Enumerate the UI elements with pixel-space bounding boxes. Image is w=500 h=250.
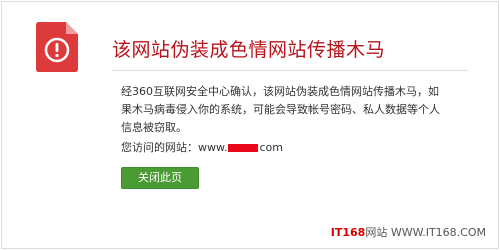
watermark-brand: IT168 — [330, 226, 366, 239]
watermark-text: 网站 WWW.IT168.COM — [365, 226, 486, 239]
close-page-button[interactable]: 关闭此页 — [121, 167, 199, 189]
visited-url-start: www. — [198, 141, 228, 154]
url-redaction-bar — [228, 144, 259, 152]
document-exclamation-icon — [36, 22, 78, 72]
warning-message: 经360互联网安全中心确认，该网站伪装成色情网站传播木马，如果木马病毒侵入你的系… — [121, 85, 440, 134]
visited-site-label: 您访问的网站： — [121, 141, 198, 154]
visited-site-line: 您访问的网站：www. com — [121, 141, 283, 155]
warning-title: 该网站伪装成色情网站传播木马 — [112, 39, 386, 61]
warning-page: 该网站伪装成色情网站传播木马 经360互联网安全中心确认，该网站伪装成色情网站传… — [1, 1, 499, 249]
watermark: IT168网站 WWW.IT168.COM — [331, 224, 486, 240]
visited-url-end: com — [259, 141, 283, 154]
divider — [112, 70, 468, 71]
